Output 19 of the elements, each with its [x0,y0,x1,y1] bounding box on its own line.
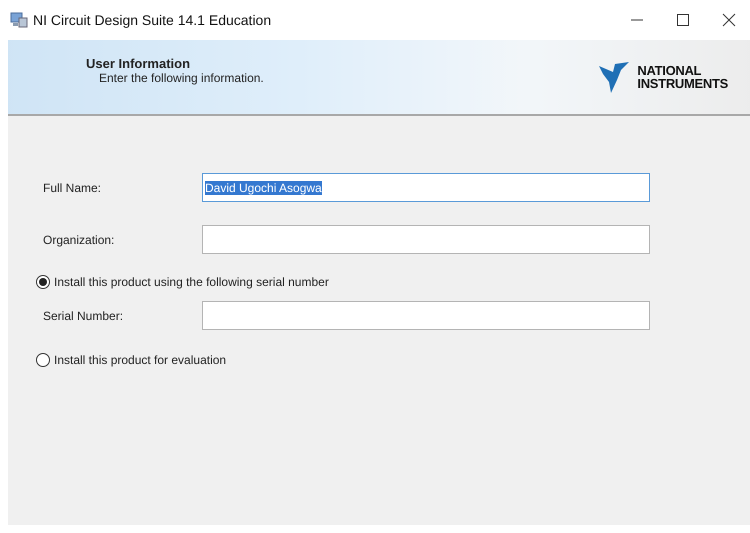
field-value: David Ugochi Asogwa [205,180,322,194]
header-subtitle: Enter the following information. [98,70,264,84]
maximize-icon[interactable] [676,13,690,27]
logo-text: NATIONAL [637,64,702,77]
radio-label: Install this product for evaluation [54,353,226,367]
app-icon [10,12,28,28]
input-field[interactable] [202,225,650,254]
window-title: NI Circuit Design Suite 14.1 Education [33,12,272,28]
radio-button[interactable] [36,353,50,367]
input-field[interactable] [202,301,650,330]
radio-label: Install this product using the following serial number [54,275,329,289]
close-icon[interactable] [722,13,736,27]
field-label: Serial Number: [43,308,124,322]
header-title: User Information [86,56,192,70]
field-label: Full Name: [43,180,102,194]
radio-button[interactable] [36,275,50,289]
logo-text: INSTRUMENTS [637,77,728,90]
input-field[interactable]: David Ugochi Asogwa [202,173,650,202]
field-label: Organization: [43,232,116,246]
